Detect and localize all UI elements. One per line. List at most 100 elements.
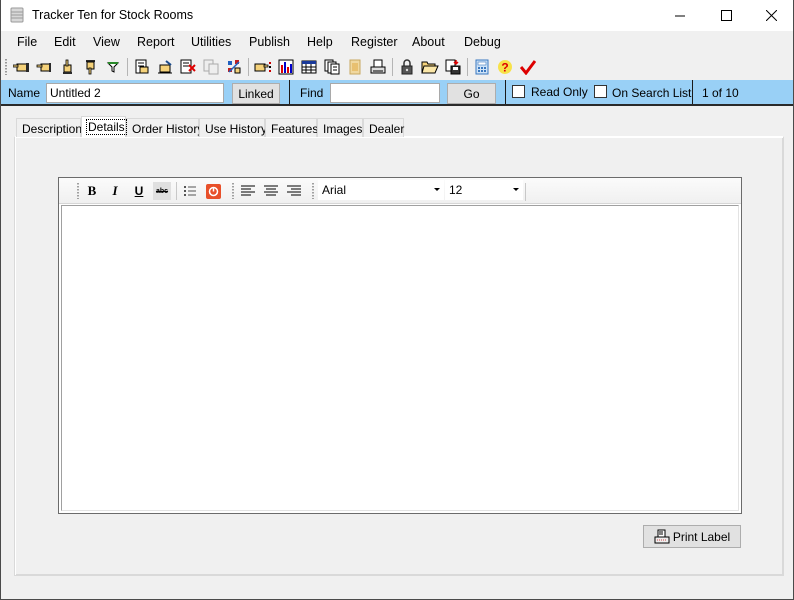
insert-object-button[interactable] — [204, 182, 222, 200]
close-button[interactable] — [748, 0, 794, 31]
checkmark-icon — [520, 60, 536, 75]
bar-divider — [505, 80, 506, 104]
align-left-icon — [241, 185, 255, 196]
documents-button[interactable] — [323, 58, 341, 76]
find-label: Find — [300, 86, 324, 100]
edit-field-button[interactable] — [156, 58, 174, 76]
read-only-checkbox[interactable] — [512, 85, 525, 98]
underline-button[interactable]: U — [130, 182, 148, 200]
on-search-list-checkbox[interactable] — [594, 85, 607, 98]
tab-use-history[interactable]: Use History — [199, 118, 267, 137]
filter-button[interactable] — [104, 58, 122, 76]
tab-images[interactable]: Images — [317, 118, 363, 137]
copy-record-button[interactable] — [202, 58, 220, 76]
calculator-icon — [475, 59, 489, 75]
hand-point-left-first-icon — [13, 63, 29, 72]
linked-button[interactable]: Linked — [232, 83, 280, 104]
editor-toolbar-grip[interactable] — [232, 183, 234, 199]
help-button[interactable]: ? — [496, 58, 514, 76]
menu-file[interactable]: File — [17, 35, 37, 49]
chart-button[interactable] — [277, 58, 295, 76]
menu-edit[interactable]: Edit — [54, 35, 76, 49]
goto-record-button[interactable] — [254, 58, 272, 76]
edit-document-icon — [135, 59, 149, 74]
editor-separator — [525, 183, 526, 201]
editor-toolbar-grip[interactable] — [312, 183, 314, 199]
menu-report[interactable]: Report — [137, 35, 175, 49]
menu-help[interactable]: Help — [307, 35, 333, 49]
print-label-button[interactable]: Print Label — [643, 525, 741, 548]
menu-publish[interactable]: Publish — [249, 35, 290, 49]
bullet-list-button[interactable] — [181, 182, 199, 200]
font-size-select[interactable]: 12 — [445, 180, 523, 200]
open-button[interactable] — [421, 58, 439, 76]
tab-features[interactable]: Features — [265, 118, 318, 137]
print-button[interactable] — [369, 58, 387, 76]
minimize-button[interactable] — [657, 0, 703, 31]
tab-dealer[interactable]: Dealer — [363, 118, 404, 137]
align-right-button[interactable] — [285, 182, 303, 200]
toolbar-grip[interactable] — [5, 59, 7, 75]
save-button[interactable] — [444, 58, 462, 76]
underline-icon: U — [134, 184, 144, 198]
toolbar-separator — [392, 58, 393, 76]
read-only-label[interactable]: Read Only — [531, 85, 588, 99]
tab-order-history[interactable]: Order History — [126, 118, 203, 137]
italic-button[interactable]: I — [106, 182, 124, 200]
printer-icon — [654, 529, 670, 543]
chevron-down-icon — [513, 188, 519, 191]
editor-text-area[interactable] — [61, 205, 739, 511]
lock-button[interactable] — [398, 58, 416, 76]
hand-point-list-icon — [254, 62, 271, 72]
toolbar-separator — [467, 58, 468, 76]
editor-separator — [176, 182, 177, 200]
database-icon — [10, 7, 24, 23]
record-bar: Name Linked Find Go Read Only On Search … — [1, 80, 793, 106]
toolbar-separator — [127, 58, 128, 76]
record-counter: 1 of 10 — [702, 86, 739, 100]
menu-register[interactable]: Register — [351, 35, 398, 49]
tools-icon — [228, 60, 241, 74]
tab-details[interactable]: Details — [81, 116, 127, 137]
menu-view[interactable]: View — [93, 35, 120, 49]
delete-record-button[interactable] — [179, 58, 197, 76]
title-bar: Tracker Ten for Stock Rooms — [1, 0, 793, 31]
editor-toolbar-grip[interactable] — [77, 183, 79, 199]
bold-icon: B — [87, 183, 97, 198]
minimize-icon — [675, 15, 685, 16]
calculator-button[interactable] — [473, 58, 491, 76]
close-icon — [765, 10, 777, 21]
spellcheck-button[interactable] — [519, 58, 537, 76]
strikethrough-button[interactable]: abc — [153, 182, 171, 200]
align-center-button[interactable] — [262, 182, 280, 200]
menu-debug[interactable]: Debug — [464, 35, 501, 49]
bold-button[interactable]: B — [83, 182, 101, 200]
edit-record-button[interactable] — [133, 58, 151, 76]
menu-about[interactable]: About — [412, 35, 445, 49]
editor-toolbar: B I U abc Arial 12 — [59, 178, 741, 204]
table-view-button[interactable] — [300, 58, 318, 76]
align-center-icon — [264, 185, 278, 196]
font-name-select[interactable]: Arial — [318, 180, 444, 200]
on-search-list-label[interactable]: On Search List — [612, 86, 691, 100]
table-icon — [301, 60, 317, 74]
maximize-button[interactable] — [703, 0, 749, 31]
customize-button[interactable] — [225, 58, 243, 76]
find-input[interactable] — [330, 83, 440, 103]
align-left-button[interactable] — [239, 182, 257, 200]
app-window: Tracker Ten for Stock Rooms File Edit Vi… — [0, 0, 794, 600]
previous-record-button[interactable] — [35, 58, 53, 76]
image-button[interactable] — [346, 58, 364, 76]
align-right-icon — [287, 185, 301, 196]
add-record-button[interactable] — [58, 58, 76, 76]
first-record-button[interactable] — [12, 58, 30, 76]
go-button[interactable]: Go — [447, 83, 496, 104]
bullet-list-icon — [184, 186, 196, 196]
tab-description[interactable]: Description — [16, 118, 82, 137]
toolbar-separator — [248, 58, 249, 76]
next-record-button[interactable] — [81, 58, 99, 76]
bar-chart-icon — [278, 59, 294, 75]
question-icon: ? — [498, 60, 512, 75]
name-input[interactable] — [46, 83, 224, 103]
menu-utilities[interactable]: Utilities — [191, 35, 231, 49]
